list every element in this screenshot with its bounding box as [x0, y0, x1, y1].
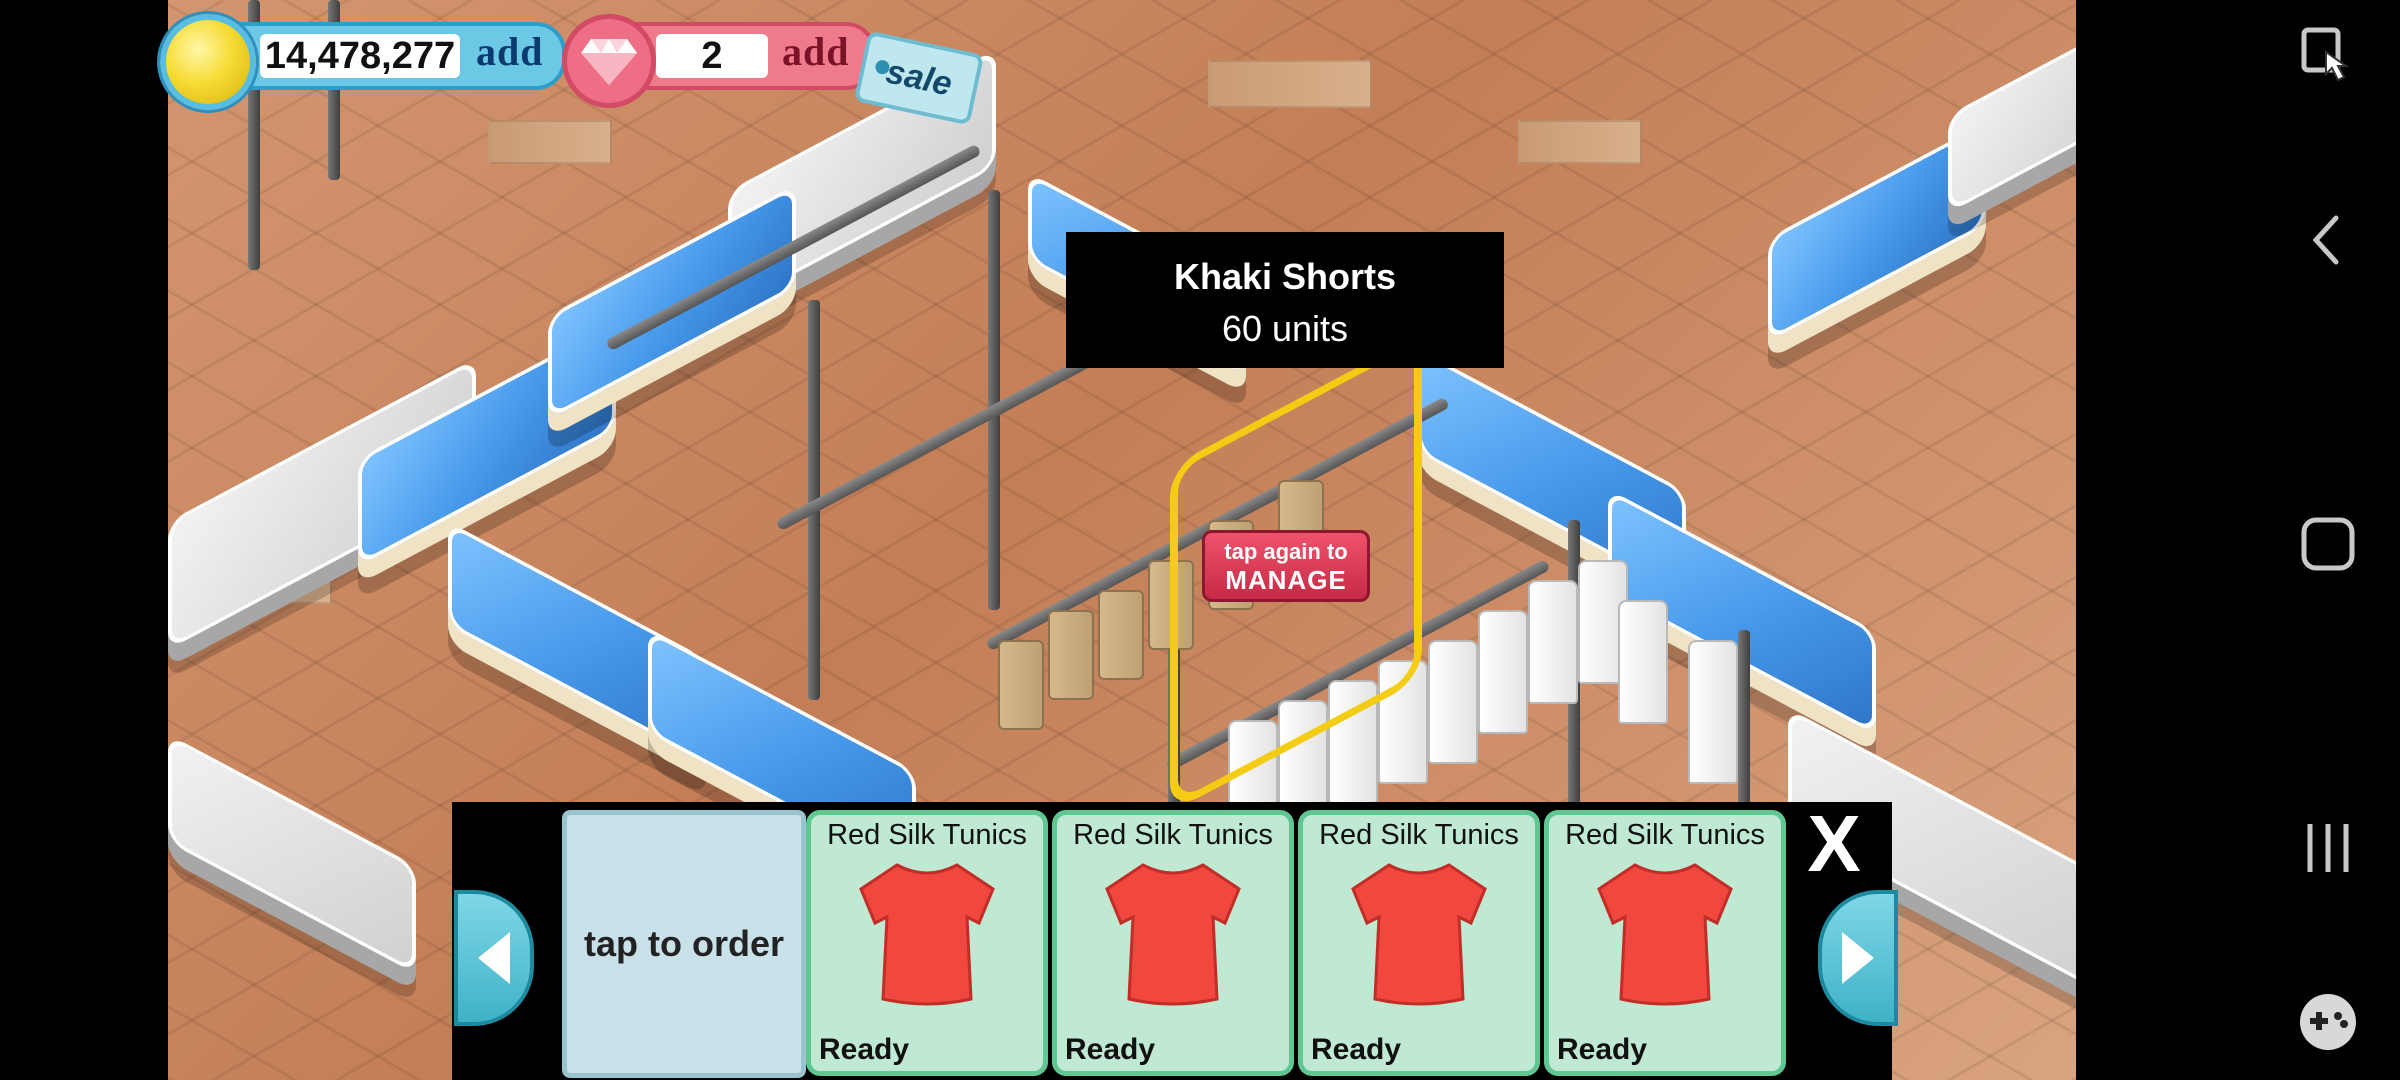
- rack-post: [988, 190, 1000, 610]
- red-tunic-icon: [1105, 863, 1241, 1006]
- red-tunic-icon: [1597, 863, 1733, 1006]
- home-icon[interactable]: [2296, 512, 2360, 576]
- item-status: Ready: [1065, 1033, 1156, 1066]
- tooltip-title: Khaki Shorts: [1173, 256, 1397, 297]
- arrow-right-icon: [1842, 932, 1874, 984]
- tap-to-order-button[interactable]: tap to order: [562, 810, 806, 1078]
- coin-value: 14,478,277: [260, 34, 460, 78]
- white-shirt: [1618, 600, 1668, 724]
- display-table[interactable]: [1948, 4, 2076, 214]
- add-gems-button[interactable]: add: [782, 28, 850, 75]
- khaki-shorts: [1098, 590, 1144, 680]
- tooltip-units: 60 units: [1221, 308, 1349, 349]
- item-name: Red Silk Tunics: [1565, 819, 1765, 851]
- red-tunic-icon: [859, 863, 995, 1006]
- white-shirt: [1478, 610, 1528, 734]
- gem-value: 2: [656, 34, 768, 78]
- gem-icon: [562, 14, 656, 108]
- item-status: Ready: [1557, 1033, 1648, 1066]
- display-table[interactable]: [168, 734, 416, 974]
- item-tooltip: Khaki Shorts 60 units: [1066, 232, 1504, 368]
- recent-apps-icon[interactable]: [2296, 816, 2360, 880]
- add-coins-button[interactable]: add: [476, 28, 544, 75]
- order-label: tap to order: [583, 923, 784, 964]
- khaki-shorts: [1048, 610, 1094, 700]
- item-slot-2[interactable]: Red Silk Tunics Ready: [1052, 810, 1294, 1076]
- coin-counter: 14,478,277 add: [160, 14, 566, 110]
- item-slot-4[interactable]: Red Silk Tunics Ready: [1544, 810, 1786, 1076]
- item-slot-3[interactable]: Red Silk Tunics Ready: [1298, 810, 1540, 1076]
- manage-button[interactable]: tap again to MANAGE: [1202, 530, 1370, 602]
- floor-plank: [1518, 120, 1642, 164]
- white-shirt: [1688, 640, 1738, 784]
- item-status: Ready: [819, 1033, 910, 1066]
- game-tools-icon[interactable]: [2296, 990, 2360, 1054]
- coin-icon: [160, 14, 256, 110]
- white-shirt: [1428, 640, 1478, 764]
- item-name: Red Silk Tunics: [1319, 819, 1519, 851]
- back-icon[interactable]: [2296, 208, 2360, 272]
- item-slot-1[interactable]: Red Silk Tunics Ready: [806, 810, 1048, 1076]
- item-name: Red Silk Tunics: [1073, 819, 1273, 851]
- gem-counter: 2 add: [562, 14, 876, 108]
- white-shirt: [1528, 580, 1578, 704]
- red-tunic-icon: [1351, 863, 1487, 1006]
- manage-hint: tap again to: [1224, 539, 1348, 564]
- khaki-shorts: [998, 640, 1044, 730]
- floor-plank: [1208, 60, 1372, 108]
- item-status: Ready: [1311, 1033, 1402, 1066]
- rack-post: [1738, 630, 1750, 810]
- manage-label: MANAGE: [1225, 565, 1347, 595]
- sale-label: sale: [882, 52, 956, 103]
- display-table[interactable]: [548, 184, 796, 420]
- floor-plank: [488, 120, 612, 164]
- item-name: Red Silk Tunics: [827, 819, 1027, 851]
- arrow-left-icon: [478, 932, 510, 984]
- close-panel-button[interactable]: X: [1794, 804, 1874, 884]
- screen-lock-icon[interactable]: [2296, 22, 2360, 86]
